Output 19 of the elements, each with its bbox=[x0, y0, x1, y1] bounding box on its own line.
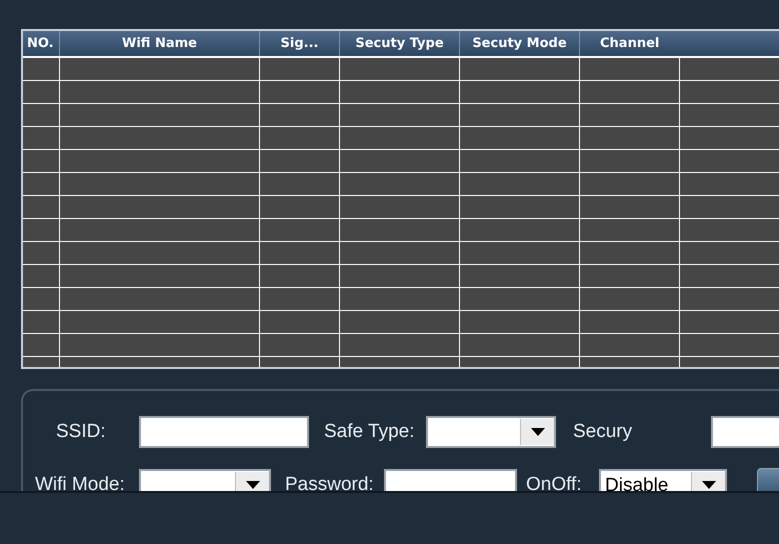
column-header: Wifi Name bbox=[60, 31, 260, 56]
dropdown[interactable] bbox=[426, 416, 556, 448]
field-label: Wifi Mode: bbox=[34, 472, 126, 491]
field-label: Safe Type: bbox=[324, 420, 416, 444]
caret-icon bbox=[235, 472, 269, 491]
caret-icon bbox=[520, 419, 554, 445]
column-header: Channel bbox=[599, 34, 660, 53]
column-header: Secuty Mode bbox=[460, 31, 580, 56]
column-header: Sig... bbox=[260, 31, 340, 56]
column-header: Secuty Type bbox=[340, 31, 460, 56]
dropdown[interactable]: Disable bbox=[599, 469, 727, 491]
field-label: OnOff: bbox=[526, 472, 583, 491]
text-field[interactable] bbox=[139, 416, 309, 448]
field-label: Secury bbox=[573, 420, 634, 444]
field-label: Password: bbox=[285, 472, 375, 491]
field-label: SSID: bbox=[55, 420, 107, 444]
text-field[interactable] bbox=[711, 416, 779, 448]
caret-icon bbox=[691, 472, 725, 491]
column-header: NO. bbox=[23, 31, 60, 56]
